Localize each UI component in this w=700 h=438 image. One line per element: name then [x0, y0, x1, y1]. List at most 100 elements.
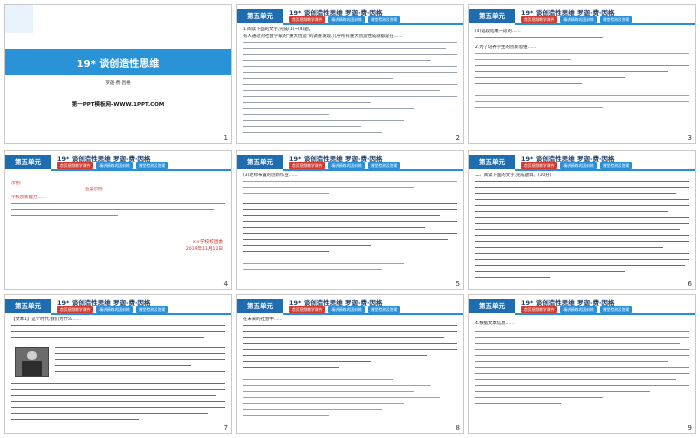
header-band: 第五单元 19* 谈创造性思维 罗迦·费·因格 首页视频教学课件 精讲精练巩固训…: [237, 151, 463, 171]
pill-1[interactable]: 首页视频教学课件: [289, 162, 326, 169]
slide-number: 3: [687, 134, 692, 142]
unit-tab: 第五单元: [237, 155, 283, 169]
slide-number: 8: [455, 424, 460, 432]
pill-1[interactable]: 首页视频教学课件: [521, 306, 558, 313]
pill-2[interactable]: 精讲精练巩固训练: [96, 162, 133, 169]
pill-3[interactable]: 课堂检测及答案: [367, 306, 401, 313]
slide-text: 二、阅读下面的文字,完成题目。(10分): [475, 173, 552, 178]
unit-tab: 第五单元: [469, 9, 515, 23]
pill-1[interactable]: 首页视频教学课件: [521, 16, 558, 23]
band-line: [283, 169, 463, 171]
slide-number: 1: [223, 134, 228, 142]
pill-1[interactable]: 首页视频教学课件: [289, 306, 326, 313]
pill-3[interactable]: 课堂检测及答案: [135, 162, 169, 169]
pill-3[interactable]: 课堂检测及答案: [599, 162, 633, 169]
text-lines: [243, 263, 457, 281]
pill-3[interactable]: 课堂检测及答案: [367, 162, 401, 169]
answer-lines: [475, 331, 689, 417]
pill-1[interactable]: 首页视频教学课件: [57, 162, 94, 169]
stamp-org: ××学校校团委: [192, 240, 223, 245]
unit-tab: 第五单元: [5, 155, 51, 169]
pill-2[interactable]: 精讲精练巩固训练: [96, 306, 133, 313]
pill-1[interactable]: 首页视频教学课件: [521, 162, 558, 169]
pill-3[interactable]: 课堂检测及答案: [599, 306, 633, 313]
pill-2[interactable]: 精讲精练巩固训练: [560, 306, 597, 313]
slide-text: 有人通过对社会学家的“重大创造”的调查发现,几乎所有重大创造性成就都是在……: [243, 34, 403, 39]
text-lines: [243, 203, 457, 259]
answer-lines: [475, 65, 689, 95]
slide-text: 在未来的社会中……: [243, 317, 283, 322]
pill-row: 首页视频教学课件 精讲精练巩固训练 课堂检测及答案: [289, 16, 401, 23]
header-band: 第五单元 19* 谈创造性思维 罗迦·费·因格 首页视频教学课件 精讲精练巩固训…: [469, 295, 695, 315]
text-lines: [55, 347, 225, 381]
band-line: [515, 23, 695, 25]
pill-3[interactable]: 课堂检测及答案: [367, 16, 401, 23]
pill-2[interactable]: 精讲精练巩固训练: [328, 162, 365, 169]
person-photo: [15, 347, 49, 377]
text-lines: [243, 42, 457, 138]
slide-text: (4)选段结尾一段的……: [475, 29, 521, 34]
pill-3[interactable]: 课堂检测及答案: [135, 306, 169, 313]
unit-tab: 第五单元: [237, 299, 283, 313]
pill-2[interactable]: 精讲精练巩固训练: [328, 306, 365, 313]
header-band: 第五单元 19* 谈创造性思维 罗迦·费·因格 首页视频教学课件 精讲精练巩固训…: [5, 151, 231, 171]
text-lines: [243, 325, 457, 375]
cover-footer: 第一PPT模板网-WWW.1PPT.COM: [71, 102, 165, 108]
slide-thumbnail-8[interactable]: 第五单元 19* 谈创造性思维 罗迦·费·因格 首页视频教学课件 精讲精练巩固训…: [236, 294, 464, 434]
text-lines: [11, 325, 225, 345]
slide-text: (3)老师布置的创新作业……: [243, 173, 298, 178]
slide-text: 1.阅读下面的文字,完成(1)~(4)题。: [243, 27, 314, 32]
unit-tab: 第五单元: [469, 155, 515, 169]
text-lines: [11, 383, 225, 429]
pill-row: 首页视频教学课件 精讲精练巩固训练 课堂检测及答案: [521, 306, 633, 313]
slide-thumbnail-2[interactable]: 第五单元 19* 谈创造性思维 罗迦·费·因格 首页视频教学课件 精讲精练巩固训…: [236, 4, 464, 144]
slide-number: 4: [223, 280, 228, 288]
slide-thumbnail-6[interactable]: 第五单元 19* 谈创造性思维 罗迦·费·因格 首页视频教学课件 精讲精练巩固训…: [468, 150, 696, 290]
pill-row: 首页视频教学课件 精讲精练巩固训练 课堂检测及答案: [57, 162, 169, 169]
pill-3[interactable]: 课堂检测及答案: [599, 16, 633, 23]
text-lines: [243, 379, 457, 429]
slide-number: 2: [455, 134, 460, 142]
header-band: 第五单元 19* 谈创造性思维 罗迦·费·因格 首页视频教学课件 精讲精练巩固训…: [469, 5, 695, 25]
slide-grid: 19* 谈创造性思维 罗迦·费·因格 第一PPT模板网-WWW.1PPT.COM…: [0, 0, 700, 438]
band-line: [283, 313, 463, 315]
pill-row: 首页视频教学课件 精讲精练巩固训练 课堂检测及答案: [289, 306, 401, 313]
pill-2[interactable]: 精讲精练巩固训练: [560, 16, 597, 23]
slide-thumbnail-1[interactable]: 19* 谈创造性思维 罗迦·费·因格 第一PPT模板网-WWW.1PPT.COM…: [4, 4, 232, 144]
slide-number: 9: [687, 424, 692, 432]
slide-thumbnail-9[interactable]: 第五单元 19* 谈创造性思维 罗迦·费·因格 首页视频教学课件 精讲精练巩固训…: [468, 294, 696, 434]
band-line: [515, 313, 695, 315]
pill-row: 首页视频教学课件 精讲精练巩固训练 课堂检测及答案: [521, 162, 633, 169]
slide-thumbnail-3[interactable]: 第五单元 19* 谈创造性思维 罗迦·费·因格 首页视频教学课件 精讲精练巩固训…: [468, 4, 696, 144]
pill-1[interactable]: 首页视频教学课件: [289, 16, 326, 23]
header-band: 第五单元 19* 谈创造性思维 罗迦·费·因格 首页视频教学课件 精讲精练巩固训…: [5, 295, 231, 315]
pill-row: 首页视频教学课件 精讲精练巩固训练 课堂检测及答案: [57, 306, 169, 313]
cover-title: 19* 谈创造性思维: [76, 59, 160, 70]
text-lines: [243, 181, 457, 199]
slide-number: 5: [455, 280, 460, 288]
slide-text: 【文本1】这个时代,我们为什么……: [11, 317, 82, 322]
band-line: [51, 169, 231, 171]
slide-thumbnail-7[interactable]: 第五单元 19* 谈创造性思维 罗迦·费·因格 首页视频教学课件 精讲精练巩固训…: [4, 294, 232, 434]
slide-text: 学校创新能力……: [11, 195, 47, 200]
stamp-date: 2019年11月12日: [185, 247, 223, 252]
pill-2[interactable]: 精讲精练巩固训练: [560, 162, 597, 169]
band-line: [515, 169, 695, 171]
slide-text: 4.根据文本信息……: [475, 321, 515, 326]
slide-thumbnail-4[interactable]: 第五单元 19* 谈创造性思维 罗迦·费·因格 首页视频教学课件 精讲精练巩固训…: [4, 150, 232, 290]
slide-thumbnail-5[interactable]: 第五单元 19* 谈创造性思维 罗迦·费·因格 首页视频教学课件 精讲精练巩固训…: [236, 150, 464, 290]
unit-tab: 第五单元: [5, 299, 51, 313]
pill-2[interactable]: 精讲精练巩固训练: [328, 16, 365, 23]
slide-text: 2.为了培养学生的创新思维……: [475, 45, 537, 50]
header-band: 第五单元 19* 谈创造性思维 罗迦·费·因格 首页视频教学课件 精讲精练巩固训…: [237, 295, 463, 315]
pill-1[interactable]: 首页视频教学课件: [57, 306, 94, 313]
slide-number: 7: [223, 424, 228, 432]
decor-corner: [5, 5, 33, 33]
answer-lines: [11, 203, 225, 225]
slide-number: 6: [687, 280, 692, 288]
slide-text: 答案示例: [85, 187, 103, 192]
band-line: [51, 313, 231, 315]
text-lines: [475, 95, 689, 117]
unit-tab: 第五单元: [237, 9, 283, 23]
unit-tab: 第五单元: [469, 299, 515, 313]
